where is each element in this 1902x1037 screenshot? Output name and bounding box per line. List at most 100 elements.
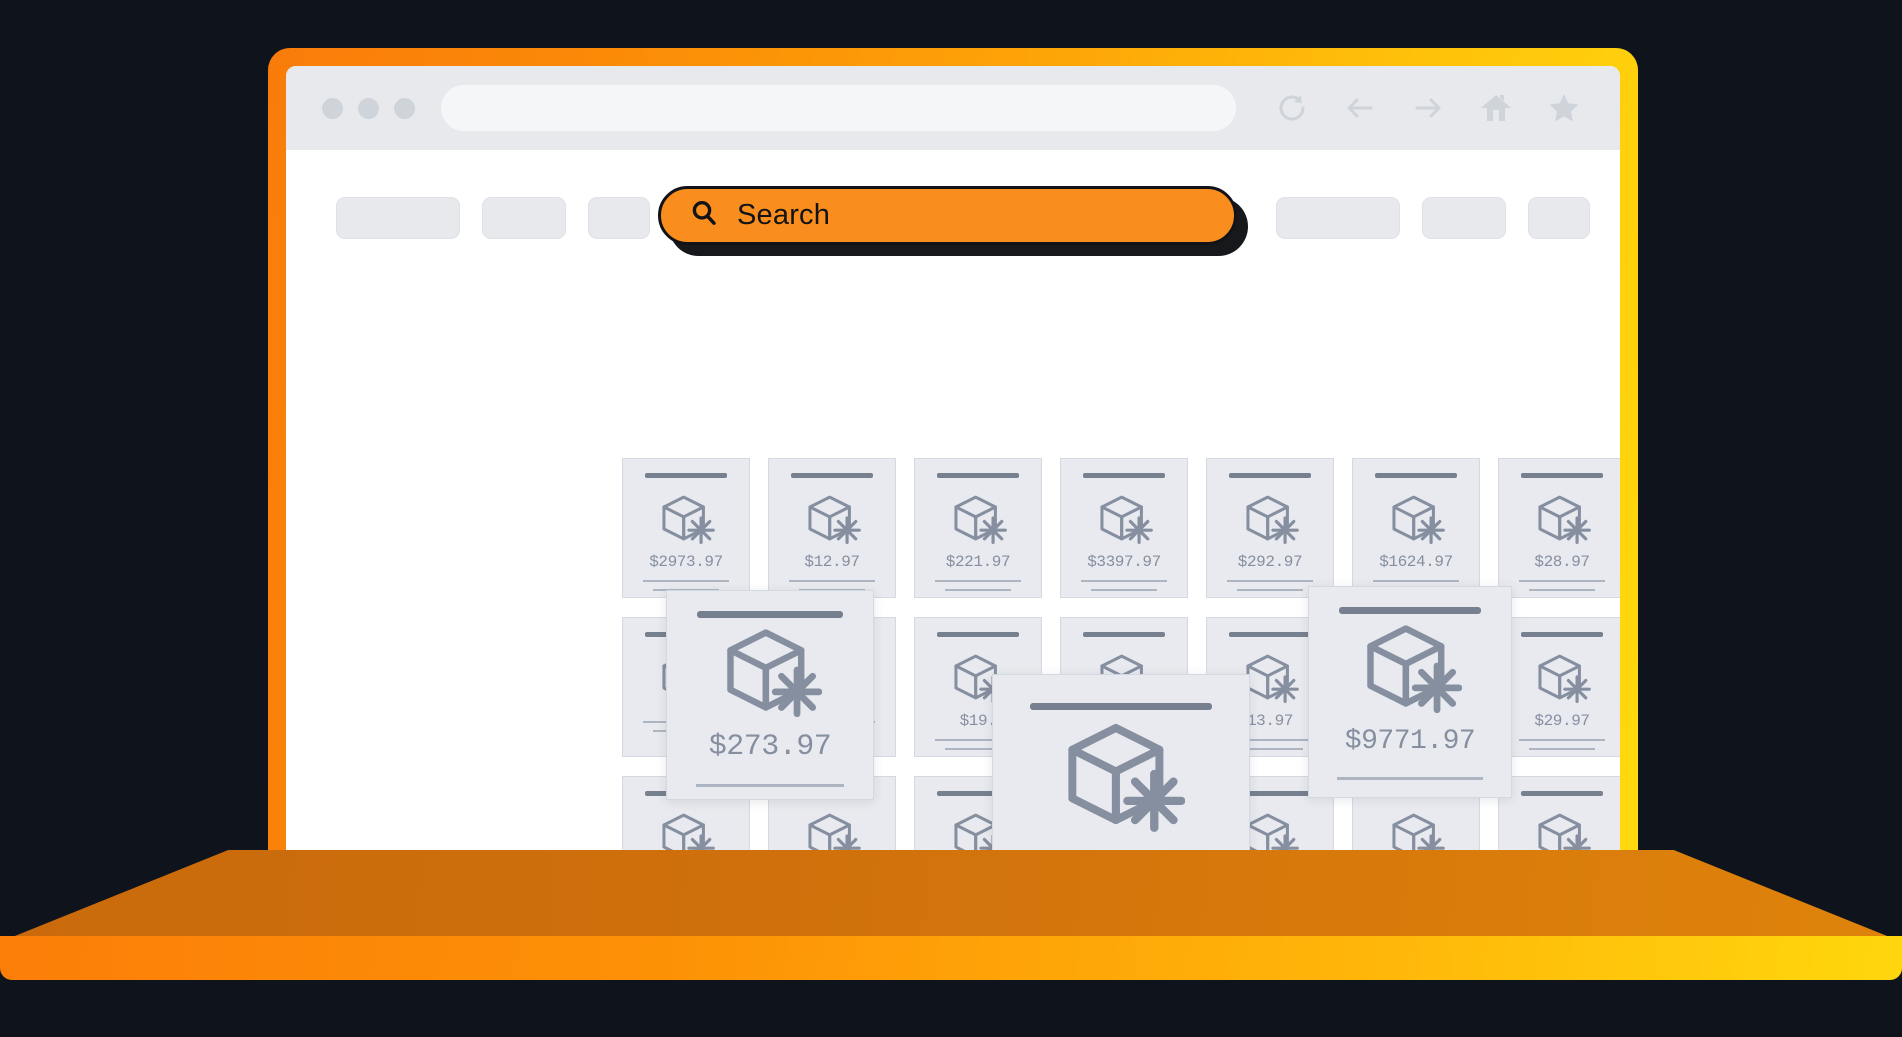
product-title-bar bbox=[1521, 791, 1603, 796]
divider bbox=[1529, 748, 1595, 750]
package-box-sparkle-icon bbox=[1241, 489, 1299, 547]
product-card[interactable]: $221.97 bbox=[914, 458, 1042, 598]
product-title-bar bbox=[697, 611, 843, 618]
divider bbox=[1091, 589, 1157, 591]
window-maximize-dot[interactable] bbox=[394, 97, 415, 119]
product-card[interactable]: $1.97 bbox=[1498, 776, 1620, 853]
nav-pill-1[interactable] bbox=[336, 197, 460, 239]
product-card[interactable]: $12.97 bbox=[768, 458, 896, 598]
divider bbox=[1227, 580, 1313, 582]
window-close-dot[interactable] bbox=[322, 97, 343, 119]
package-box-sparkle-icon bbox=[1533, 648, 1591, 706]
window-controls bbox=[322, 97, 415, 119]
product-card[interactable]: $28.97 bbox=[1498, 458, 1620, 598]
search-input[interactable]: Search bbox=[658, 186, 1237, 245]
search-icon bbox=[689, 198, 719, 233]
product-price: $2973.97 bbox=[649, 553, 723, 571]
url-input[interactable] bbox=[441, 85, 1236, 131]
nav-pill-2[interactable] bbox=[482, 197, 566, 239]
divider bbox=[643, 580, 729, 582]
package-box-sparkle-icon bbox=[1057, 710, 1185, 838]
product-title-bar bbox=[1521, 632, 1603, 637]
laptop-base-lip bbox=[0, 936, 1902, 980]
product-price: $29.97 bbox=[1534, 712, 1590, 730]
floating-product-card[interactable]: $273.97 bbox=[666, 590, 874, 800]
divider bbox=[1519, 739, 1605, 741]
product-card[interactable]: $3397.97 bbox=[1060, 458, 1188, 598]
package-box-sparkle-icon bbox=[718, 618, 822, 722]
product-price: $28.97 bbox=[1534, 553, 1590, 571]
divider bbox=[1529, 589, 1595, 591]
laptop-base-deck bbox=[0, 850, 1902, 942]
product-card[interactable]: $292.97 bbox=[1206, 458, 1334, 598]
package-box-sparkle-icon bbox=[657, 807, 715, 853]
reload-icon[interactable] bbox=[1272, 88, 1312, 128]
product-title-bar bbox=[1229, 632, 1311, 637]
divider bbox=[945, 589, 1011, 591]
product-title-bar bbox=[1083, 473, 1165, 478]
product-price: $3397.97 bbox=[1087, 553, 1161, 571]
divider bbox=[1519, 580, 1605, 582]
product-card[interactable]: $29.97 bbox=[1498, 617, 1620, 757]
nav-pill-6[interactable] bbox=[1528, 197, 1590, 239]
product-title-bar bbox=[1229, 473, 1311, 478]
divider bbox=[935, 580, 1021, 582]
nav-pill-3[interactable] bbox=[588, 197, 650, 239]
window-minimize-dot[interactable] bbox=[358, 97, 379, 119]
browser-chrome bbox=[286, 66, 1620, 150]
back-arrow-icon[interactable] bbox=[1340, 88, 1380, 128]
floating-product-card[interactable]: $9771.97 bbox=[1308, 586, 1512, 798]
package-box-sparkle-icon bbox=[1095, 489, 1153, 547]
nav-right-group bbox=[1276, 197, 1590, 239]
illustration-canvas: Search $2973.97 $12.97 $221.97 $3397.97 … bbox=[0, 0, 1902, 1037]
product-price: $221.97 bbox=[945, 553, 1011, 571]
product-card[interactable]: $1624.97 bbox=[1352, 458, 1480, 598]
page-content: Search $2973.97 $12.97 $221.97 $3397.97 … bbox=[286, 150, 1620, 853]
divider bbox=[1081, 580, 1167, 582]
product-title-bar bbox=[1521, 473, 1603, 478]
product-price: $1624.97 bbox=[1379, 553, 1453, 571]
package-box-sparkle-icon bbox=[1533, 489, 1591, 547]
search-placeholder: Search bbox=[737, 199, 831, 231]
product-price: $9771.97 bbox=[1344, 726, 1476, 757]
product-title-bar bbox=[937, 473, 1019, 478]
package-box-sparkle-icon bbox=[657, 489, 715, 547]
nav-left-group bbox=[336, 197, 650, 239]
site-nav: Search bbox=[286, 172, 1620, 264]
package-box-sparkle-icon bbox=[1387, 807, 1445, 853]
product-price: 13.97 bbox=[1246, 712, 1293, 730]
product-price: $273.97 bbox=[708, 730, 832, 764]
forward-arrow-icon[interactable] bbox=[1408, 88, 1448, 128]
product-title-bar bbox=[1339, 607, 1481, 614]
product-title-bar bbox=[645, 473, 727, 478]
browser-toolbar bbox=[1262, 88, 1584, 128]
product-price: $12.97 bbox=[804, 553, 860, 571]
floating-product-card[interactable]: $0.97 bbox=[992, 674, 1250, 853]
package-box-sparkle-icon bbox=[1387, 489, 1445, 547]
package-box-sparkle-icon bbox=[803, 489, 861, 547]
product-title-bar bbox=[1375, 473, 1457, 478]
laptop-screen: Search $2973.97 $12.97 $221.97 $3397.97 … bbox=[286, 66, 1620, 853]
product-title-bar bbox=[791, 473, 873, 478]
nav-pill-5[interactable] bbox=[1422, 197, 1506, 239]
product-title-bar bbox=[1083, 632, 1165, 637]
divider bbox=[1373, 580, 1459, 582]
nav-pill-4[interactable] bbox=[1276, 197, 1400, 239]
bookmark-star-icon[interactable] bbox=[1544, 88, 1584, 128]
package-box-sparkle-icon bbox=[1358, 614, 1462, 718]
home-icon[interactable] bbox=[1476, 88, 1516, 128]
divider bbox=[1337, 777, 1483, 780]
product-title-bar bbox=[937, 632, 1019, 637]
package-box-sparkle-icon bbox=[949, 489, 1007, 547]
product-price: $19. bbox=[959, 712, 997, 730]
product-price: $292.97 bbox=[1237, 553, 1303, 571]
divider bbox=[1237, 589, 1303, 591]
package-box-sparkle-icon bbox=[803, 807, 861, 853]
laptop-lid: Search $2973.97 $12.97 $221.97 $3397.97 … bbox=[268, 48, 1638, 853]
divider bbox=[696, 784, 844, 787]
search-bar[interactable]: Search bbox=[658, 186, 1248, 256]
product-title-bar bbox=[1030, 703, 1212, 710]
package-box-sparkle-icon bbox=[1533, 807, 1591, 853]
product-card[interactable]: $2973.97 bbox=[622, 458, 750, 598]
laptop-base bbox=[0, 850, 1902, 980]
